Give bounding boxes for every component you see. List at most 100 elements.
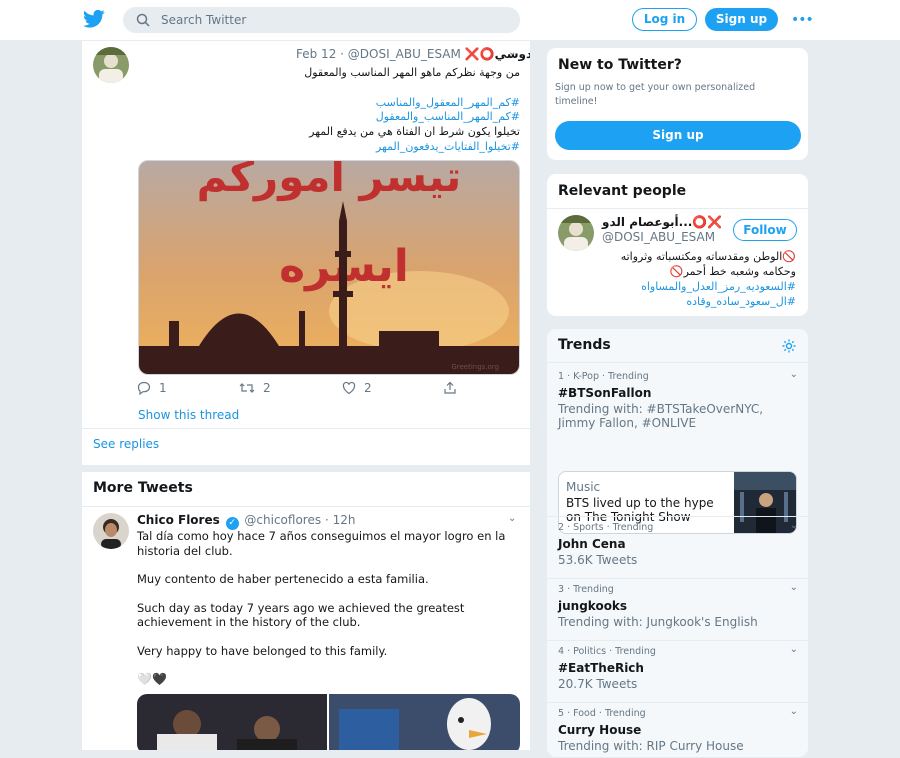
tweet-text-line-1: من وجهة نظركم ماهو المهر المناسب والمعقو… xyxy=(304,66,520,79)
trend-context: 20.7K Tweets xyxy=(558,677,638,691)
avatar[interactable] xyxy=(93,47,129,83)
trend-name[interactable]: jungkooks xyxy=(558,599,627,613)
card-category: Music xyxy=(566,480,601,494)
trend-context: 53.6K Tweets xyxy=(558,553,638,567)
retweet-icon xyxy=(239,383,255,393)
relevant-people-title: Relevant people xyxy=(558,183,687,199)
tweet-header: Chico Flores ✓ @chicoflores · 12h xyxy=(137,513,355,530)
login-button[interactable]: Log in xyxy=(632,8,697,31)
reply-button[interactable]: 1 xyxy=(137,381,167,395)
hashtag-link-2[interactable]: #كم_المهر_المناسب_والمعقول xyxy=(138,109,520,124)
tweet-image[interactable] xyxy=(329,694,520,750)
trend-meta: 3 · Trending xyxy=(558,584,614,595)
person-bio-line-1: 🚫الوطن ومقدساته ومكتسباته وثرواته xyxy=(620,250,796,263)
trend-name[interactable]: #EatTheRich xyxy=(558,661,644,675)
trend-item[interactable]: 4 · Politics · Trending ⌄ #EatTheRich 20… xyxy=(547,640,808,702)
person-name[interactable]: أبوعصام الدو... xyxy=(602,215,692,229)
retweet-button[interactable]: 2 xyxy=(239,381,271,395)
twitter-bird-logo-icon[interactable] xyxy=(83,9,105,29)
share-button[interactable] xyxy=(443,381,457,395)
heart-emoji: 🤍🖤 xyxy=(137,672,167,686)
chevron-down-icon[interactable]: ⌄ xyxy=(790,644,798,655)
tweet-author-name[interactable]: Chico Flores xyxy=(137,513,220,527)
tweet-image[interactable] xyxy=(137,694,327,750)
trend-name[interactable]: John Cena xyxy=(558,537,626,551)
search-input[interactable] xyxy=(161,11,501,29)
share-icon xyxy=(444,381,456,394)
person-name-row[interactable]: أبوعصام الدو...⭕❌ xyxy=(602,215,722,229)
trends-title: Trends xyxy=(558,337,611,353)
bio-hashtag-link-1[interactable]: #السعوديه_رمز_العدل_والمساواه xyxy=(558,279,796,294)
chevron-down-icon[interactable]: ⌄ xyxy=(790,706,798,717)
name-emoji: ⭕❌ xyxy=(692,215,723,229)
trend-context: Trending with: #BTSTakeOverNYC, Jimmy Fa… xyxy=(558,402,764,430)
see-replies-link[interactable]: See replies xyxy=(93,437,159,451)
person-handle[interactable]: @DOSI_ABU_ESAM xyxy=(602,230,715,244)
tweet-text: Tal día como hoy hace 7 años conseguimos… xyxy=(137,529,517,672)
conversation-timeline: Feb 12 · @DOSI_ABU_ESAM ❌⭕أبوعصام الدوسي… xyxy=(81,41,531,465)
trends-panel: Trends 1 · K-Pop · Trending ⌄ #BTSonFall… xyxy=(546,328,809,758)
tweet-date[interactable]: Feb 12 xyxy=(296,47,336,61)
divider xyxy=(82,506,530,507)
image-watermark: Greetings.org xyxy=(451,363,499,371)
trend-item[interactable]: 3 · Trending ⌄ jungkooks Trending with: … xyxy=(547,578,808,640)
person-bio-line-2: وحكامه وشعبه خط أحمر🚫 xyxy=(669,265,796,278)
settings-gear-icon[interactable] xyxy=(781,338,797,354)
chevron-down-icon[interactable]: ⌄ xyxy=(790,369,798,380)
follow-button[interactable]: Follow xyxy=(733,219,797,241)
new-to-twitter-card: New to Twitter? Sign up now to get your … xyxy=(546,47,809,161)
top-navigation-bar: Log in Sign up ••• xyxy=(0,0,900,41)
signup-button[interactable]: Sign up xyxy=(555,121,801,150)
trend-meta: 1 · K-Pop · Trending xyxy=(558,371,649,382)
trend-meta: 2 · Sports · Trending xyxy=(558,522,654,533)
tweet-paragraph: Such day as today 7 years ago we achieve… xyxy=(137,600,465,630)
trend-name[interactable]: Curry House xyxy=(558,723,641,737)
new-to-twitter-subtitle: Sign up now to get your own personalized… xyxy=(555,82,756,107)
divider xyxy=(82,428,530,429)
trend-meta: 4 · Politics · Trending xyxy=(558,646,656,657)
image-text-top: تيسر اموركم xyxy=(197,161,462,202)
tweet-handle[interactable]: @chicoflores xyxy=(244,513,321,527)
new-to-twitter-title: New to Twitter? xyxy=(558,57,682,73)
tweet-image[interactable]: تيسر اموركم ايسره Greetings.org xyxy=(138,160,520,375)
trend-context: Trending with: Jungkook's English xyxy=(558,615,758,629)
tweet-image-gallery[interactable] xyxy=(137,694,520,750)
tweet-paragraph: Muy contento de haber pertenecido a esta… xyxy=(137,572,429,586)
chevron-down-icon[interactable]: ⌄ xyxy=(508,513,516,524)
chevron-down-icon[interactable]: ⌄ xyxy=(790,520,798,531)
show-thread-link[interactable]: Show this thread xyxy=(138,408,239,422)
bio-hashtag-link-2[interactable]: #ال_سعود_ساده_وقاده xyxy=(558,294,796,309)
divider xyxy=(547,208,808,209)
chevron-down-icon[interactable]: ⌄ xyxy=(508,47,516,58)
emoji-left: ❌⭕ xyxy=(464,47,495,61)
trend-name[interactable]: #BTSonFallon xyxy=(558,386,651,400)
signup-button[interactable]: Sign up xyxy=(705,8,778,31)
tweet-actions: 1 2 2 xyxy=(137,381,467,399)
tweet-paragraph: Very happy to have belonged to this fami… xyxy=(137,643,388,658)
hashtag-link-1[interactable]: #كم_المهر_المعقول_والمناسب xyxy=(138,95,520,110)
tweet-handle[interactable]: @DOSI_ABU_ESAM xyxy=(348,47,461,61)
avatar[interactable] xyxy=(93,513,129,549)
more-tweets-heading: More Tweets xyxy=(93,480,193,496)
chevron-down-icon[interactable]: ⌄ xyxy=(790,582,798,593)
trend-context: Trending with: RIP Curry House xyxy=(558,739,744,753)
more-options-icon[interactable]: ••• xyxy=(791,12,814,28)
relevant-people-card: Relevant people أبوعصام الدو...⭕❌ @DOSI_… xyxy=(546,173,809,317)
like-button[interactable]: 2 xyxy=(342,381,372,395)
heart-icon xyxy=(342,381,356,395)
tweet-text-line-2: تخيلوا يكون شرط ان الفتاة هي من يدفع الم… xyxy=(309,125,520,138)
tweet-header: Feb 12 · @DOSI_ABU_ESAM ❌⭕أبوعصام الدوسي… xyxy=(296,47,530,63)
search-icon xyxy=(136,13,150,27)
hashtag-link-3[interactable]: #تخيلوا_الفتايات_يدفعون_المهر xyxy=(138,139,520,154)
trend-meta: 5 · Food · Trending xyxy=(558,708,646,719)
reply-icon xyxy=(137,381,151,395)
trend-item[interactable]: 2 · Sports · Trending ⌄ John Cena 53.6K … xyxy=(547,516,808,578)
avatar[interactable] xyxy=(558,215,594,251)
search-box[interactable] xyxy=(123,7,520,33)
more-tweets-section: More Tweets Chico Flores ✓ @chicoflores … xyxy=(81,472,531,750)
like-count: 2 xyxy=(364,381,372,395)
retweet-count: 2 xyxy=(263,381,271,395)
reply-count: 1 xyxy=(159,381,167,395)
trend-item[interactable]: 1 · K-Pop · Trending ⌄ #BTSonFallon Tren… xyxy=(547,362,808,534)
tweet-time[interactable]: · 12h xyxy=(325,513,356,527)
